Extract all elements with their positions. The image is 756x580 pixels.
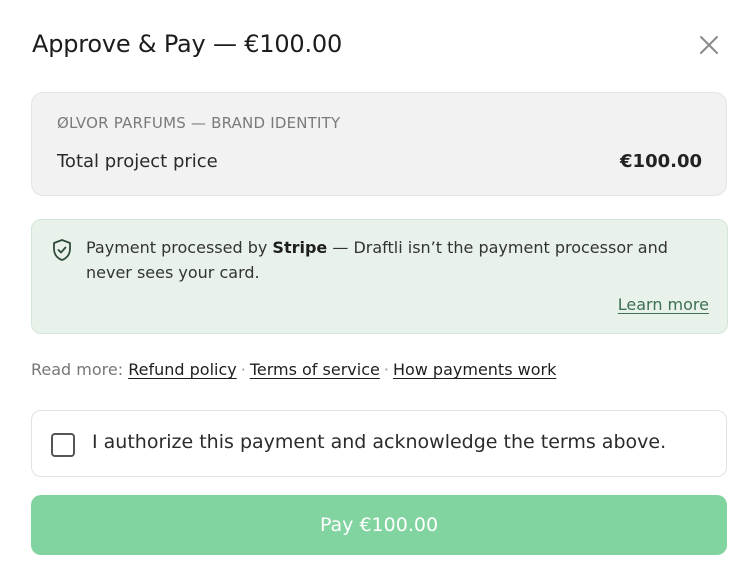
authorization-consent[interactable]: I authorize this payment and acknowledge… (31, 410, 727, 477)
dialog-title: Approve & Pay — €100.00 (32, 30, 343, 58)
terms-of-service-link[interactable]: Terms of service (250, 360, 380, 379)
project-name: ØLVOR PARFUMS — BRAND IDENTITY (57, 114, 341, 132)
refund-policy-link[interactable]: Refund policy (128, 360, 237, 379)
notice-text: Payment processed by Stripe — Draftli is… (86, 235, 706, 285)
authorization-checkbox[interactable] (51, 433, 75, 457)
notice-text-before: Payment processed by (86, 238, 273, 257)
authorization-label[interactable]: I authorize this payment and acknowledge… (92, 431, 666, 453)
price-summary-card: ØLVOR PARFUMS — BRAND IDENTITY Total pro… (31, 92, 727, 196)
read-more-prefix: Read more: (31, 360, 124, 379)
price-label: Total project price (57, 151, 218, 172)
close-button[interactable] (696, 32, 722, 58)
link-separator: · (383, 360, 389, 379)
how-payments-work-link[interactable]: How payments work (393, 360, 556, 379)
close-icon (700, 36, 718, 54)
learn-more-link[interactable]: Learn more (618, 295, 709, 314)
payment-processor-notice: Payment processed by Stripe — Draftli is… (31, 219, 728, 334)
shield-check-icon (53, 239, 71, 261)
pay-button[interactable]: Pay €100.00 (31, 495, 727, 555)
processor-name: Stripe (272, 238, 328, 257)
link-separator: · (240, 360, 246, 379)
read-more-links: Read more: Refund policy · Terms of servic… (31, 360, 556, 379)
approve-pay-dialog: Approve & Pay — €100.00 ØLVOR PARFUMS — … (0, 0, 756, 580)
price-value: €100.00 (620, 151, 702, 172)
